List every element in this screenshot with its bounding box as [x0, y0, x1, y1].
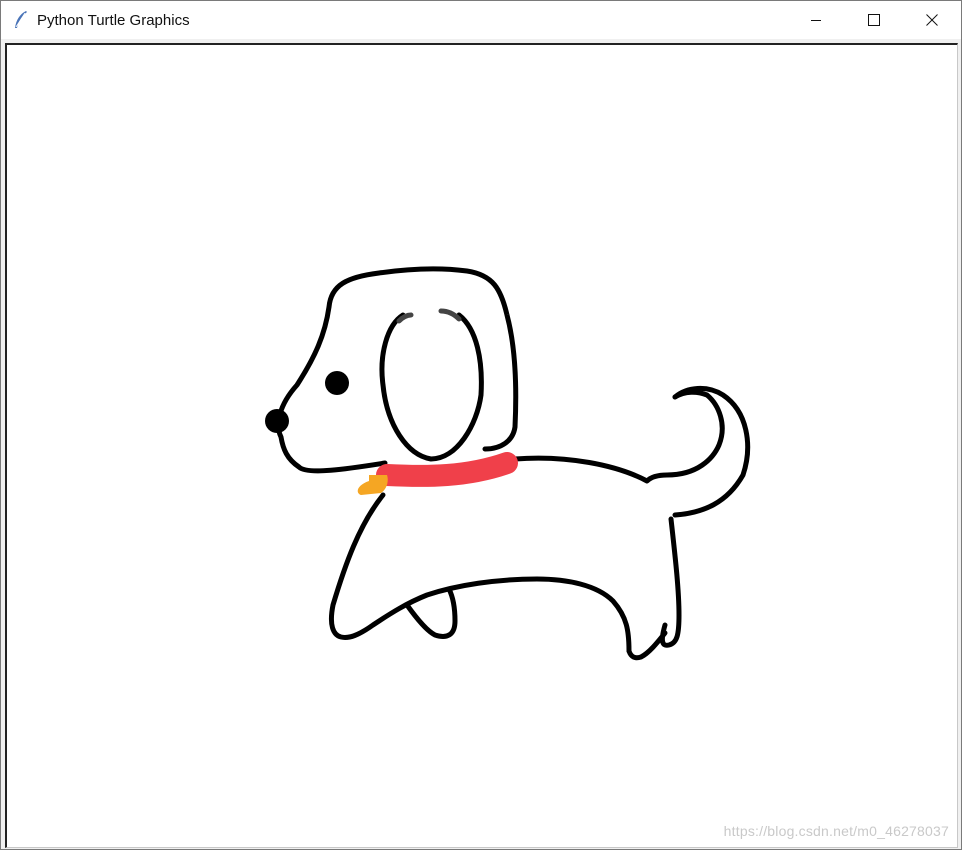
close-icon: [926, 14, 938, 26]
dog-chest: [328, 492, 632, 654]
window-controls: [787, 1, 961, 39]
minimize-button[interactable]: [787, 1, 845, 39]
window-title: Python Turtle Graphics: [37, 11, 190, 29]
turtle-window: Python Turtle Graphics https://blog.csdn…: [0, 0, 962, 850]
dog-nose: [265, 409, 289, 433]
dog-back: [512, 389, 725, 484]
dog-eyebrow-right: [438, 308, 462, 322]
dog-drawing: [265, 266, 751, 661]
turtle-canvas[interactable]: https://blog.csdn.net/m0_46278037: [5, 43, 958, 848]
dog-collar-tag: [357, 475, 388, 495]
dog-collar: [376, 452, 518, 487]
dog-back-leg: [626, 516, 682, 661]
dog-eye: [325, 371, 349, 395]
dog-ear: [379, 312, 484, 462]
watermark-text: https://blog.csdn.net/m0_46278037: [723, 823, 949, 839]
title-bar[interactable]: Python Turtle Graphics: [1, 1, 961, 39]
maximize-button[interactable]: [845, 1, 903, 39]
maximize-icon: [868, 14, 880, 26]
feather-icon: [15, 11, 27, 28]
minimize-icon: [811, 20, 821, 21]
close-button[interactable]: [903, 1, 961, 39]
dog-tail: [672, 386, 751, 518]
